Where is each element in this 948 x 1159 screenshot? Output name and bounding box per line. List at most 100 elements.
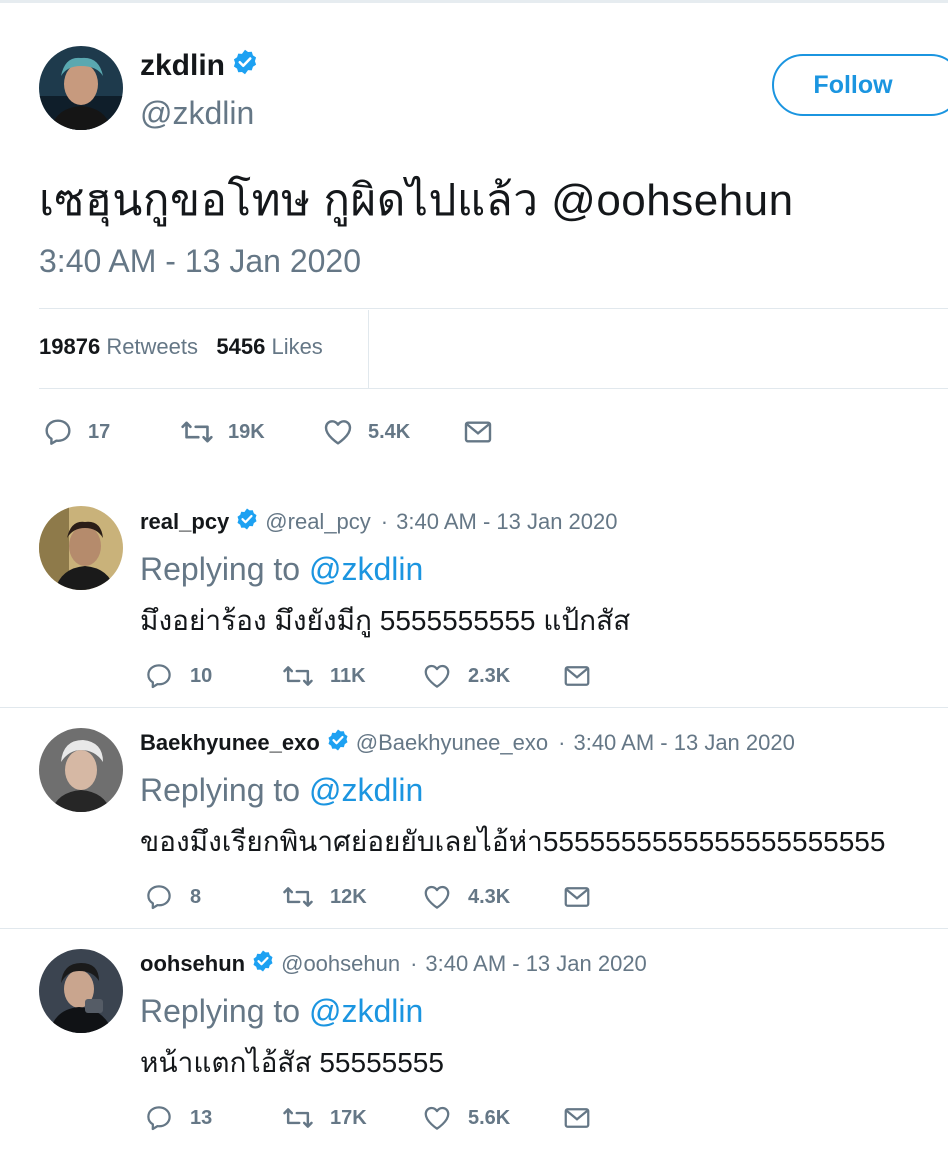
envelope-icon[interactable] <box>562 1103 592 1133</box>
reply-action[interactable]: 10 <box>144 661 282 691</box>
reply-icon[interactable] <box>144 882 174 912</box>
engagement-stats: 19876 Retweets 5456 Likes <box>39 334 323 360</box>
like-action[interactable]: 5.4K <box>322 416 462 448</box>
retweets-stat[interactable]: 19876 Retweets <box>39 334 198 359</box>
main-author-name-text[interactable]: zkdlin <box>140 49 225 83</box>
reply-avatar[interactable] <box>39 728 123 812</box>
like-count: 2.3K <box>468 664 511 687</box>
reply-author-handle[interactable]: @real_pcy <box>265 509 371 535</box>
retweets-count: 19876 <box>39 334 101 359</box>
envelope-icon[interactable] <box>562 882 592 912</box>
reply-icon[interactable] <box>42 416 74 448</box>
reply-avatar[interactable] <box>39 949 123 1033</box>
follow-button[interactable]: Follow <box>772 54 948 116</box>
main-author-name[interactable]: zkdlin <box>140 48 259 84</box>
reply-action[interactable]: 17 <box>42 416 180 448</box>
separator-dot: · <box>380 509 389 534</box>
like-action[interactable]: 4.3K <box>422 882 562 912</box>
main-avatar[interactable] <box>39 46 123 130</box>
retweet-count: 17K <box>330 1106 367 1129</box>
heart-icon[interactable] <box>322 416 354 448</box>
reply-text: หน้าแตกไอ้สัส 55555555 <box>140 1047 444 1078</box>
reply-icon[interactable] <box>144 1103 174 1133</box>
retweet-count: 19K <box>228 420 265 443</box>
reply-author-handle[interactable]: @Baekhyunee_exo <box>356 730 548 756</box>
replying-to-line: Replying to @zkdlin <box>140 772 423 809</box>
verified-badge-icon <box>326 728 350 758</box>
reply-divider <box>0 928 948 929</box>
reply-icon[interactable] <box>144 661 174 691</box>
reply-count: 17 <box>88 420 111 443</box>
separator-dot: · <box>410 951 418 976</box>
separator-dot: · <box>558 730 566 755</box>
reply-timestamp[interactable]: 3:40 AM - 13 Jan 2020 <box>573 730 794 756</box>
replying-to-mention[interactable]: @zkdlin <box>309 993 423 1029</box>
retweet-action[interactable]: 19K <box>180 416 322 448</box>
replying-to-label: Replying to <box>140 993 309 1029</box>
likes-count: 5456 <box>216 334 266 359</box>
dm-action[interactable] <box>562 882 592 912</box>
replying-to-label: Replying to <box>140 772 309 808</box>
likes-stat[interactable]: 5456 Likes <box>216 334 322 359</box>
reply-author-handle[interactable]: @oohsehun <box>281 951 400 977</box>
envelope-icon[interactable] <box>562 661 592 691</box>
reply-action[interactable]: 8 <box>144 882 282 912</box>
retweets-label: Retweets <box>106 334 199 359</box>
replying-to-mention[interactable]: @zkdlin <box>309 772 423 808</box>
reply-count: 8 <box>190 885 202 908</box>
like-count: 4.3K <box>468 885 511 908</box>
verified-badge-icon <box>235 507 259 537</box>
likes-label: Likes <box>271 334 323 359</box>
stats-vertical-divider <box>368 310 369 388</box>
replying-to-mention[interactable]: @zkdlin <box>309 551 423 587</box>
heart-icon[interactable] <box>422 1103 452 1133</box>
retweet-icon[interactable] <box>282 1103 314 1133</box>
reply-actions: 13 17K 5.6K <box>144 1103 592 1133</box>
reply-author-name[interactable]: oohsehun <box>140 951 245 977</box>
envelope-icon[interactable] <box>462 416 494 448</box>
heart-icon[interactable] <box>422 661 452 691</box>
stats-top-divider <box>39 308 948 309</box>
retweet-icon[interactable] <box>282 882 314 912</box>
verified-badge-icon <box>231 48 259 84</box>
reply-header: real_pcy @real_pcy · 3:40 AM - 13 Jan 20… <box>140 507 618 537</box>
like-action[interactable]: 5.6K <box>422 1103 562 1133</box>
replying-to-line: Replying to @zkdlin <box>140 993 423 1030</box>
reply-actions: 8 12K 4.3K <box>144 882 592 912</box>
retweet-action[interactable]: 11K <box>282 661 422 691</box>
reply-text: มึงอย่าร้อง มึงยังมีกู 5555555555 แป้กสั… <box>140 605 631 636</box>
reply-timestamp[interactable]: 3:40 AM - 13 Jan 2020 <box>396 509 617 535</box>
reply-actions: 10 11K 2.3K <box>144 661 592 691</box>
dm-action[interactable] <box>562 661 592 691</box>
main-author-handle[interactable]: @zkdlin <box>140 95 254 132</box>
like-action[interactable]: 2.3K <box>422 661 562 691</box>
dm-action[interactable] <box>562 1103 592 1133</box>
retweet-icon[interactable] <box>282 661 314 691</box>
reply-timestamp[interactable]: 3:40 AM - 13 Jan 2020 <box>425 951 646 977</box>
reply-author-name[interactable]: Baekhyunee_exo <box>140 730 320 756</box>
main-tweet-body: เซฮุนกูขอโทษ กูผิดไปแล้ว <box>39 176 552 225</box>
retweet-count: 12K <box>330 885 367 908</box>
reply-action[interactable]: 13 <box>144 1103 282 1133</box>
reply-header: Baekhyunee_exo @Baekhyunee_exo · 3:40 AM… <box>140 728 795 758</box>
reply-count: 13 <box>190 1106 213 1129</box>
reply-avatar[interactable] <box>39 506 123 590</box>
stats-bottom-divider <box>39 388 948 389</box>
replying-to-label: Replying to <box>140 551 309 587</box>
replying-to-line: Replying to @zkdlin <box>140 551 423 588</box>
reply-text: ของมึงเรียกพินาศย่อยยับเลยไอ้ห่า55555555… <box>140 826 886 857</box>
reply-count: 10 <box>190 664 213 687</box>
main-tweet-timestamp[interactable]: 3:40 AM - 13 Jan 2020 <box>39 243 361 280</box>
like-count: 5.4K <box>368 420 411 443</box>
reply-header: oohsehun @oohsehun · 3:40 AM - 13 Jan 20… <box>140 949 647 979</box>
retweet-count: 11K <box>330 664 366 687</box>
like-count: 5.6K <box>468 1106 511 1129</box>
main-tweet-mention[interactable]: @oohsehun <box>551 176 793 225</box>
heart-icon[interactable] <box>422 882 452 912</box>
dm-action[interactable] <box>462 416 494 448</box>
retweet-icon[interactable] <box>180 416 214 448</box>
retweet-action[interactable]: 12K <box>282 882 422 912</box>
reply-author-name[interactable]: real_pcy <box>140 509 229 535</box>
verified-badge-icon <box>251 949 275 979</box>
retweet-action[interactable]: 17K <box>282 1103 422 1133</box>
